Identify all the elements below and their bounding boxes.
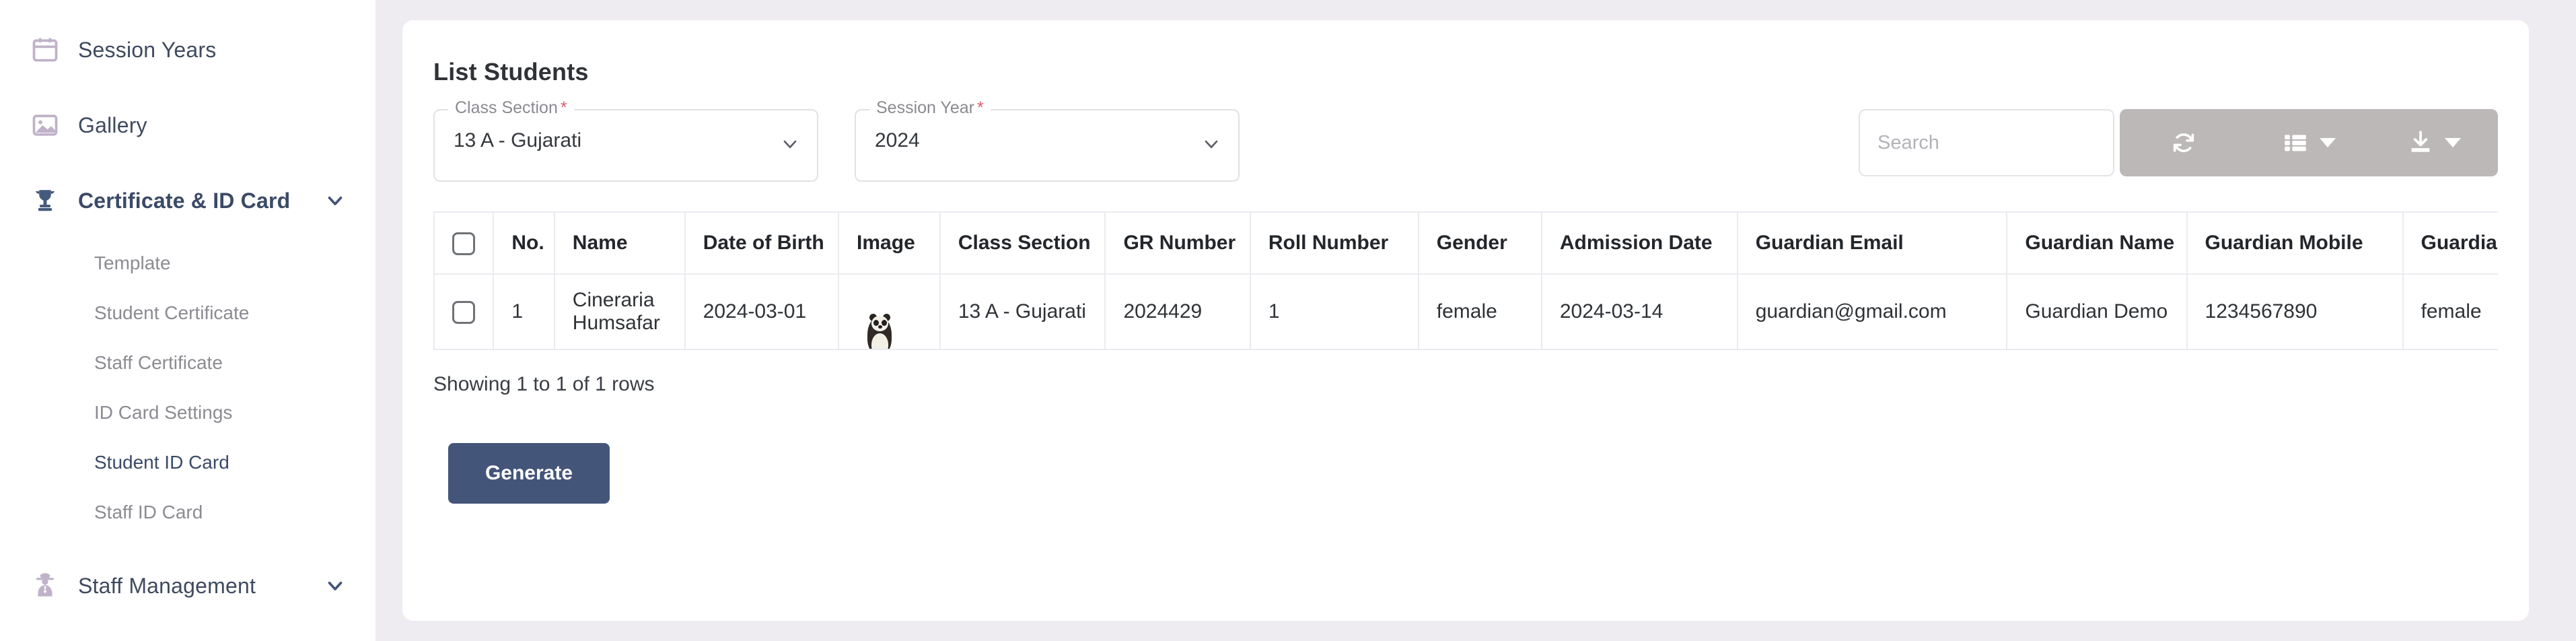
cell-guardian-name: Guardian Demo [2007, 274, 2186, 349]
cell-name: Cineraria Humsafar [554, 274, 685, 349]
sidebar-subitem-label: Student Certificate [94, 302, 249, 324]
session-year-value: 2024 [875, 129, 920, 152]
chevron-down-icon[interactable] [1201, 133, 1222, 158]
select-all-checkbox[interactable] [452, 232, 475, 255]
trophy-icon [28, 184, 62, 217]
sidebar-item-certificate-id-card[interactable]: Certificate & ID Card [0, 163, 375, 238]
column-header-gr-number[interactable]: GR Number [1105, 212, 1250, 274]
row-select-cell [434, 274, 493, 349]
chevron-down-icon [2445, 138, 2461, 147]
column-header-date-of-birth[interactable]: Date of Birth [685, 212, 838, 274]
sidebar-item-label: Gallery [78, 113, 147, 138]
app-root: Session Years Gallery [0, 0, 2576, 641]
class-section-label: Class Section* [448, 98, 574, 118]
column-header-guardian-email[interactable]: Guardian Email [1738, 212, 2007, 274]
column-header-guardian-mobile[interactable]: Guardian Mobile [2187, 212, 2403, 274]
cell-gender: female [1419, 274, 1542, 349]
table-header-row: No. Name Date of Birth Image Class Secti… [434, 212, 2498, 274]
class-section-label-text: Class Section [455, 98, 558, 117]
generate-button[interactable]: Generate [448, 443, 610, 504]
refresh-button[interactable] [2121, 109, 2246, 176]
sidebar-subitem-label: ID Card Settings [94, 402, 232, 424]
columns-button[interactable] [2246, 109, 2371, 176]
sidebar-item-student-certificate[interactable]: Student Certificate [0, 288, 375, 338]
sidebar-item-label: Staff Management [78, 574, 256, 599]
sidebar-item-session-years[interactable]: Session Years [0, 12, 375, 88]
table-head: No. Name Date of Birth Image Class Secti… [434, 212, 2498, 274]
cell-date-of-birth: 2024-03-01 [685, 274, 838, 349]
cell-no: 1 [493, 274, 554, 349]
cell-guardian-gender: female [2403, 274, 2499, 349]
chevron-down-icon[interactable] [779, 133, 801, 158]
sidebar-subitem-label: Template [94, 252, 171, 274]
sidebar-subitem-label: Student ID Card [94, 452, 229, 473]
calendar-icon [28, 33, 62, 67]
column-header-guardian-name[interactable]: Guardian Name [2007, 212, 2186, 274]
page-title: List Students [433, 58, 2498, 86]
sidebar-item-label: Certificate & ID Card [78, 189, 290, 213]
download-icon [2407, 129, 2434, 156]
sidebar-subitem-label: Staff ID Card [94, 502, 203, 523]
students-table-container[interactable]: No. Name Date of Birth Image Class Secti… [433, 211, 2498, 350]
list-students-card: List Students Class Section* 13 A - Guja… [402, 20, 2529, 621]
cell-roll-number: 1 [1250, 274, 1419, 349]
chevron-down-icon[interactable] [322, 572, 349, 599]
spy-icon [28, 569, 62, 603]
session-year-select[interactable]: Session Year* 2024 [855, 109, 1240, 182]
main-content: List Students Class Section* 13 A - Guja… [375, 0, 2576, 641]
columns-icon [2282, 129, 2309, 156]
toolbar-button-group [2120, 109, 2498, 176]
cell-image [838, 274, 940, 349]
cell-guardian-email: guardian@gmail.com [1738, 274, 2007, 349]
sidebar-item-staff-management[interactable]: Staff Management [0, 548, 375, 623]
sidebar-item-gallery[interactable]: Gallery [0, 88, 375, 163]
column-header-image[interactable]: Image [838, 212, 940, 274]
sidebar-item-staff-certificate[interactable]: Staff Certificate [0, 338, 375, 388]
sidebar-subitem-label: Staff Certificate [94, 352, 223, 374]
filter-row: Class Section* 13 A - Gujarati Session Y… [433, 109, 2498, 184]
session-year-label: Session Year* [869, 98, 991, 118]
table-row[interactable]: 1 Cineraria Humsafar 2024-03-01 [434, 274, 2498, 349]
cell-admission-date: 2024-03-14 [1542, 274, 1738, 349]
sidebar-item-student-id-card[interactable]: Student ID Card [0, 438, 375, 487]
students-table: No. Name Date of Birth Image Class Secti… [433, 211, 2498, 350]
column-header-no[interactable]: No. [493, 212, 554, 274]
showing-rows-text: Showing 1 to 1 of 1 rows [433, 373, 2498, 396]
session-year-label-text: Session Year [876, 98, 974, 117]
sidebar: Session Years Gallery [0, 0, 375, 641]
refresh-icon [2170, 129, 2197, 156]
required-marker: * [561, 98, 567, 117]
search-input[interactable] [1859, 109, 2114, 176]
select-all-header [434, 212, 493, 274]
column-header-name[interactable]: Name [554, 212, 685, 274]
cell-guardian-mobile: 1234567890 [2187, 274, 2403, 349]
chevron-down-icon [2320, 138, 2336, 147]
column-header-guardian-gender[interactable]: Guardian Gender [2403, 212, 2499, 274]
chevron-down-icon[interactable] [322, 187, 349, 214]
required-marker: * [977, 98, 984, 117]
class-section-value: 13 A - Gujarati [454, 129, 581, 152]
column-header-admission-date[interactable]: Admission Date [1542, 212, 1738, 274]
class-section-select[interactable]: Class Section* 13 A - Gujarati [433, 109, 818, 182]
image-icon [28, 108, 62, 142]
row-checkbox[interactable] [452, 301, 475, 324]
table-toolbar [1859, 109, 2498, 182]
sidebar-item-template[interactable]: Template [0, 238, 375, 288]
export-button[interactable] [2371, 109, 2497, 176]
cell-gr-number: 2024429 [1105, 274, 1250, 349]
table-body: 1 Cineraria Humsafar 2024-03-01 [434, 274, 2498, 349]
column-header-gender[interactable]: Gender [1419, 212, 1542, 274]
sidebar-item-id-card-settings[interactable]: ID Card Settings [0, 388, 375, 438]
column-header-class-section[interactable]: Class Section [940, 212, 1106, 274]
cell-class-section: 13 A - Gujarati [940, 274, 1106, 349]
column-header-roll-number[interactable]: Roll Number [1250, 212, 1419, 274]
sidebar-item-staff-id-card[interactable]: Staff ID Card [0, 487, 375, 537]
sidebar-item-label: Session Years [78, 38, 216, 63]
